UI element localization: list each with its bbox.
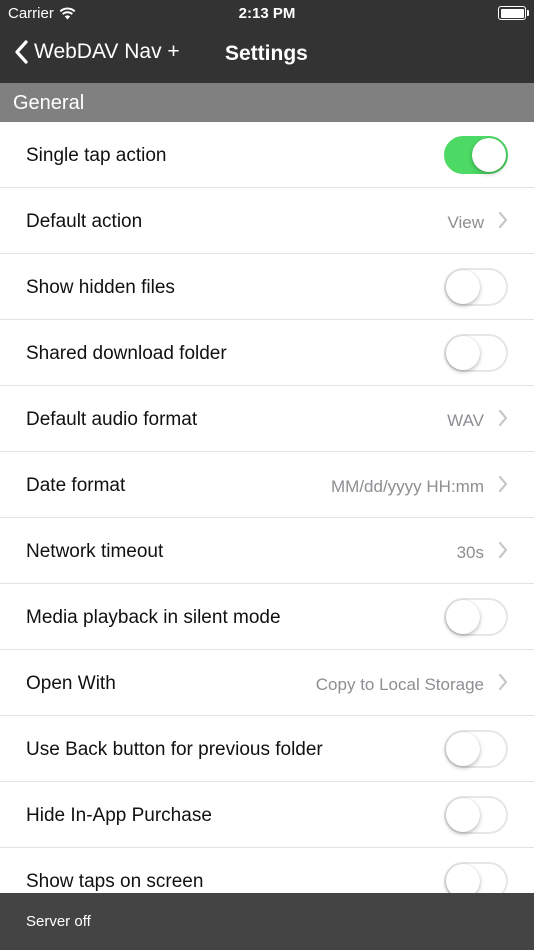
- settings-row[interactable]: Shared download folder: [0, 320, 534, 386]
- settings-row-label: Media playback in silent mode: [26, 607, 281, 628]
- battery-icon: [498, 6, 529, 20]
- settings-row[interactable]: Use Back button for previous folder: [0, 716, 534, 782]
- status-bar: Carrier 2:13 PM: [0, 0, 534, 28]
- settings-row-label: Show taps on screen: [26, 871, 204, 892]
- settings-row[interactable]: Default audio format WAV: [0, 386, 534, 452]
- status-time: 2:13 PM: [238, 5, 296, 22]
- settings-row[interactable]: Network timeout 30s: [0, 518, 534, 584]
- toggle-switch[interactable]: [444, 136, 508, 174]
- settings-row-label: Open With: [26, 673, 116, 694]
- settings-row[interactable]: Open With Copy to Local Storage: [0, 650, 534, 716]
- settings-row[interactable]: Hide In-App Purchase: [0, 782, 534, 848]
- section-header-general: General: [0, 83, 534, 122]
- page-title: Settings: [225, 42, 308, 65]
- toggle-switch[interactable]: [444, 862, 508, 893]
- settings-row-value: 30s: [456, 543, 484, 562]
- settings-row[interactable]: Show taps on screen: [0, 848, 534, 893]
- settings-row-label: Default audio format: [26, 409, 198, 430]
- server-status: Server off: [26, 913, 91, 930]
- toggle-knob: [446, 864, 480, 893]
- settings-row-value: Copy to Local Storage: [315, 675, 484, 694]
- settings-row[interactable]: Single tap action: [0, 122, 534, 188]
- toggle-knob: [446, 336, 480, 370]
- settings-row-value: MM/dd/yyyy HH:mm: [331, 477, 484, 496]
- settings-row-label: Show hidden files: [26, 277, 175, 298]
- settings-row[interactable]: Show hidden files: [0, 254, 534, 320]
- navigation-bar: WebDAV Nav + Settings: [0, 28, 534, 83]
- chevron-right-icon: [498, 475, 508, 493]
- settings-row[interactable]: Default action View: [0, 188, 534, 254]
- toggle-switch[interactable]: [444, 796, 508, 834]
- settings-row-label: Hide In-App Purchase: [26, 805, 212, 826]
- toggle-knob: [446, 600, 480, 634]
- settings-row-label: Use Back button for previous folder: [26, 739, 323, 760]
- toggle-knob: [446, 798, 480, 832]
- settings-list[interactable]: Single tap action Default action View Show …: [0, 122, 534, 893]
- settings-row[interactable]: Date format MM/dd/yyyy HH:mm: [0, 452, 534, 518]
- chevron-left-icon: [15, 40, 28, 64]
- settings-row-label: Shared download folder: [26, 343, 227, 364]
- chevron-right-icon: [498, 211, 508, 229]
- settings-row-label: Network timeout: [26, 541, 164, 562]
- toggle-switch[interactable]: [444, 730, 508, 768]
- settings-row-label: Single tap action: [26, 145, 167, 166]
- toggle-knob: [446, 270, 480, 304]
- toggle-switch[interactable]: [444, 334, 508, 372]
- back-button[interactable]: WebDAV Nav +: [14, 40, 180, 64]
- settings-row[interactable]: Media playback in silent mode: [0, 584, 534, 650]
- chevron-right-icon: [498, 409, 508, 427]
- footer-bar: Server off: [0, 893, 534, 950]
- settings-row-value: WAV: [447, 411, 484, 430]
- settings-row-value: View: [447, 213, 484, 232]
- settings-row-label: Date format: [26, 475, 126, 496]
- toggle-switch[interactable]: [444, 598, 508, 636]
- back-button-label: WebDAV Nav +: [34, 40, 180, 63]
- toggle-switch[interactable]: [444, 268, 508, 306]
- chevron-right-icon: [498, 541, 508, 559]
- toggle-knob: [472, 138, 506, 172]
- chevron-right-icon: [498, 673, 508, 691]
- toggle-knob: [446, 732, 480, 766]
- settings-row-label: Default action: [26, 211, 143, 232]
